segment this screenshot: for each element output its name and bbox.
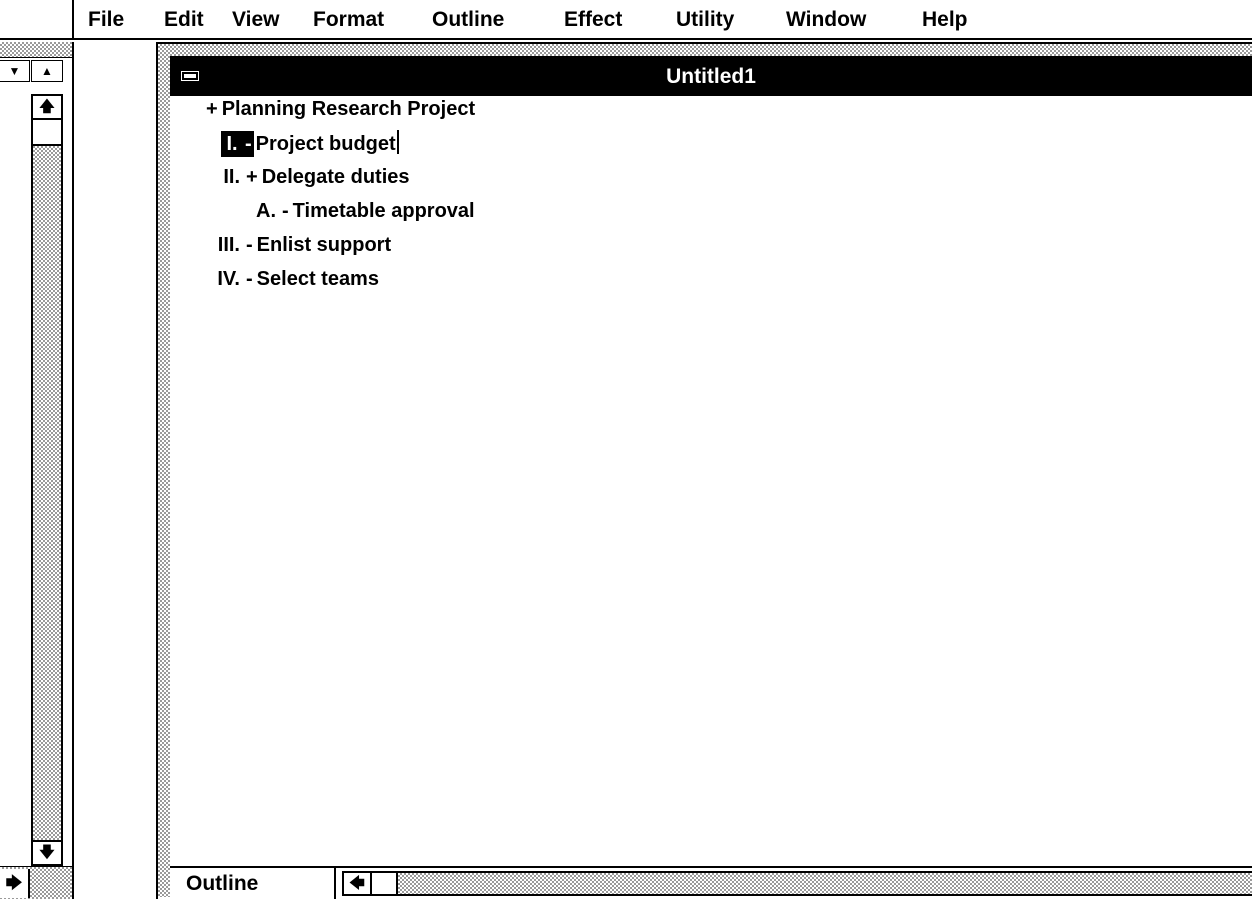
scroll-thumb[interactable] bbox=[33, 120, 61, 146]
outline-number: A. bbox=[256, 200, 276, 222]
arrow-up-icon: 🡅 bbox=[39, 98, 55, 115]
menu-edit[interactable]: Edit bbox=[164, 7, 204, 33]
outline-text: Planning Research Project bbox=[221, 98, 476, 120]
outline-item[interactable]: A. - Timetable approval bbox=[254, 198, 475, 224]
scroll-right-button[interactable]: 🡆 bbox=[0, 869, 30, 898]
outline-text: Select teams bbox=[256, 268, 379, 290]
outline-marker[interactable]: - bbox=[246, 266, 253, 292]
dropdown-button[interactable]: ▼ bbox=[0, 60, 30, 82]
outline-marker[interactable]: + bbox=[206, 96, 218, 122]
outline-number: IV. bbox=[217, 268, 240, 290]
menu-bar-left-pane bbox=[0, 0, 74, 40]
scroll-down-button[interactable]: 🡇 bbox=[33, 840, 61, 864]
outline-marker[interactable]: - bbox=[246, 232, 253, 258]
text-caret bbox=[396, 130, 399, 154]
left-pane: ▼ ▲ 🡅 🡇 🡆 bbox=[0, 42, 74, 899]
menu-help[interactable]: Help bbox=[922, 7, 968, 33]
horizontal-scroll-thumb[interactable] bbox=[372, 871, 398, 896]
vertical-scrollbar[interactable]: 🡅 🡇 bbox=[31, 94, 63, 866]
document-window: Untitled1 + Planning Research Project I. -… bbox=[156, 42, 1252, 899]
outline-item[interactable]: I. - Project budget bbox=[221, 130, 399, 157]
outline-number: II. bbox=[223, 166, 240, 188]
scroll-up-button[interactable]: 🡅 bbox=[33, 96, 61, 120]
outline-item[interactable]: IV. - Select teams bbox=[202, 266, 379, 292]
scroll-up-small-button[interactable]: ▲ bbox=[31, 60, 63, 82]
menu-bar: File Edit View Format Outline Effect Uti… bbox=[0, 0, 1252, 40]
scroll-left-button[interactable]: 🡄 bbox=[342, 871, 372, 896]
horizontal-scrollbar[interactable] bbox=[398, 871, 1252, 896]
menu-utility[interactable]: Utility bbox=[676, 7, 734, 33]
menu-file[interactable]: File bbox=[88, 7, 124, 33]
menu-effect[interactable]: Effect bbox=[564, 7, 622, 33]
outline-marker[interactable]: + bbox=[246, 164, 258, 190]
down-triangle-icon: ▼ bbox=[8, 64, 21, 78]
status-bar: Outline 🡄 bbox=[170, 866, 1252, 899]
up-triangle-icon: ▲ bbox=[41, 64, 53, 78]
arrow-left-icon: 🡄 bbox=[349, 875, 365, 892]
outline-heading[interactable]: + Planning Research Project bbox=[206, 96, 475, 122]
menu-outline[interactable]: Outline bbox=[432, 7, 504, 33]
window-border-top[interactable] bbox=[170, 44, 1252, 56]
left-pane-frame bbox=[0, 42, 72, 58]
title-bar[interactable]: Untitled1 bbox=[170, 56, 1252, 97]
outline-number: III. bbox=[217, 234, 240, 256]
app-root: File Edit View Format Outline Effect Uti… bbox=[0, 0, 1252, 899]
outline-item[interactable]: II. + Delegate duties bbox=[218, 164, 410, 190]
outline-text: Timetable approval bbox=[292, 200, 475, 222]
view-mode-label: Outline bbox=[186, 872, 259, 895]
system-menu-icon bbox=[181, 71, 199, 81]
outline-text: Project budget bbox=[255, 133, 396, 155]
view-mode-tab[interactable]: Outline bbox=[170, 868, 336, 899]
system-menu-button[interactable] bbox=[170, 57, 210, 97]
arrow-down-icon: 🡇 bbox=[39, 844, 55, 861]
menu-view[interactable]: View bbox=[232, 7, 279, 33]
left-pane-bottom: 🡆 bbox=[0, 866, 72, 899]
outline-item[interactable]: III. - Enlist support bbox=[202, 232, 391, 258]
outline-number: I. bbox=[221, 131, 243, 157]
menu-window[interactable]: Window bbox=[786, 7, 866, 33]
menu-format[interactable]: Format bbox=[313, 7, 384, 33]
outline-text: Enlist support bbox=[256, 234, 392, 256]
outline-text: Delegate duties bbox=[261, 166, 410, 188]
outline-marker[interactable]: - bbox=[282, 198, 289, 224]
outline-marker[interactable]: - bbox=[243, 131, 254, 157]
arrow-right-icon: 🡆 bbox=[5, 875, 23, 892]
window-border-left[interactable] bbox=[158, 44, 170, 897]
window-title: Untitled1 bbox=[666, 65, 756, 88]
outline-editor[interactable]: + Planning Research Project I. - Project bu… bbox=[170, 96, 1252, 866]
